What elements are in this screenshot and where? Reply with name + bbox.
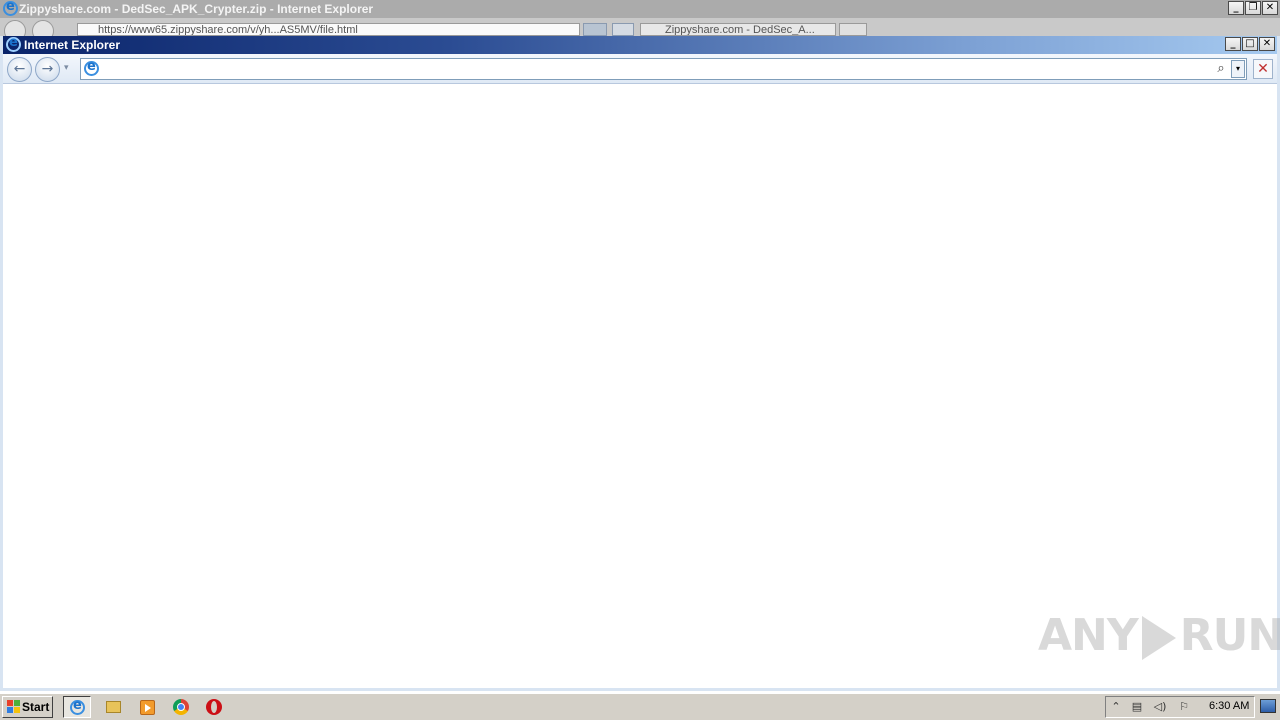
- taskbar-app-chrome[interactable]: [167, 696, 195, 718]
- ie-icon: [6, 35, 21, 52]
- folder-icon: [106, 701, 121, 713]
- taskbar-app-media-player[interactable]: [133, 696, 161, 718]
- address-bar[interactable]: ⌕ ▾: [80, 58, 1247, 80]
- volume-icon[interactable]: ◁): [1153, 700, 1167, 714]
- taskbar-app-windows-explorer[interactable]: [99, 696, 127, 718]
- taskbar-app-opera[interactable]: [200, 696, 228, 718]
- action-center-flag-icon[interactable]: ⚐: [1177, 700, 1191, 714]
- chrome-icon: [173, 699, 189, 715]
- close-button[interactable]: ✕: [1262, 1, 1278, 15]
- back-button[interactable]: ←: [7, 57, 32, 82]
- recent-pages-dropdown[interactable]: ▾: [64, 63, 69, 73]
- start-button[interactable]: Start: [2, 696, 53, 718]
- address-dropdown-button[interactable]: ▾: [1231, 60, 1245, 78]
- window-titlebar[interactable]: Internet Explorer _ □ ✕: [3, 35, 1277, 54]
- ie-page-icon: [84, 59, 99, 76]
- window-title: Internet Explorer: [24, 38, 121, 52]
- stop-button[interactable]: ✕: [1253, 59, 1273, 79]
- show-desktop-button[interactable]: [1260, 699, 1276, 713]
- play-icon: [1141, 616, 1176, 660]
- clock[interactable]: 6:30 AM: [1209, 700, 1249, 712]
- background-address-bar[interactable]: https://www65.zippyshare.com/v/yh...AS5M…: [77, 23, 580, 36]
- background-window-titlebar[interactable]: Zippyshare.com - DedSec_APK_Crypter.zip …: [0, 0, 1280, 18]
- refresh-icon[interactable]: [612, 23, 634, 36]
- search-icon[interactable]: ⌕: [1213, 61, 1229, 77]
- forward-button[interactable]: →: [35, 57, 60, 82]
- ie-icon: [3, 0, 18, 16]
- minimize-button[interactable]: _: [1228, 1, 1244, 15]
- page-content-area[interactable]: [3, 84, 1277, 689]
- window-bottom-border: [0, 688, 1280, 691]
- background-window-title: Zippyshare.com - DedSec_APK_Crypter.zip …: [19, 2, 374, 16]
- network-icon[interactable]: ▤: [1130, 700, 1144, 714]
- new-tab-button[interactable]: [839, 23, 867, 36]
- windows-logo-icon: [7, 700, 20, 713]
- address-input[interactable]: [101, 61, 1201, 77]
- show-hidden-icons-icon[interactable]: ⌃: [1109, 700, 1123, 714]
- watermark-left-text: ANY: [1038, 610, 1139, 661]
- background-tab[interactable]: Zippyshare.com - DedSec_A...: [640, 23, 836, 36]
- media-player-icon: [140, 700, 155, 715]
- lock-icon[interactable]: [583, 23, 607, 36]
- opera-icon: [206, 699, 222, 715]
- anyrun-watermark: ANY RUN: [1038, 610, 1280, 670]
- minimize-button[interactable]: _: [1225, 37, 1241, 51]
- maximize-button[interactable]: □: [1242, 37, 1258, 51]
- ie-icon: [70, 698, 85, 715]
- watermark-right-text: RUN: [1179, 610, 1280, 661]
- start-label: Start: [22, 700, 50, 714]
- taskbar-app-internet-explorer[interactable]: [63, 696, 91, 718]
- restore-button[interactable]: ❐: [1245, 1, 1261, 15]
- close-button[interactable]: ✕: [1259, 37, 1275, 51]
